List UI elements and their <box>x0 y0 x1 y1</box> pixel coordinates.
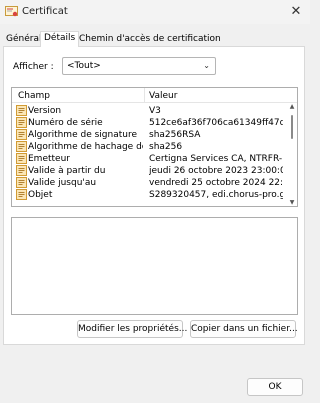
show-dropdown-value: <Tout> <box>67 61 101 71</box>
tab-general[interactable]: Général <box>3 33 44 46</box>
ok-button[interactable]: OK <box>247 378 303 396</box>
field-row[interactable]: Valide jusqu'au vendredi 25 octobre 2024 … <box>12 177 285 188</box>
field-row[interactable]: Version V3 <box>12 105 285 116</box>
details-panel: Afficher : <Tout> ⌄ Champ Valeur Version… <box>3 46 305 345</box>
field-value: V3 <box>149 106 161 116</box>
window-title: Certificat <box>22 6 68 17</box>
field-icon <box>16 129 27 140</box>
field-name: Objet <box>28 190 53 200</box>
field-value: 512ce6af36f706ca61349ff47d... <box>149 118 283 128</box>
field-name: Version <box>28 106 62 116</box>
field-value: sha256 <box>149 142 183 152</box>
field-icon <box>16 177 27 188</box>
close-button[interactable]: ✕ <box>282 0 310 24</box>
field-name: Numéro de série <box>28 118 103 128</box>
show-dropdown[interactable]: <Tout> ⌄ <box>62 57 216 75</box>
column-header-field[interactable]: Champ <box>18 91 50 101</box>
field-icon <box>16 165 27 176</box>
copy-to-file-button[interactable]: Copier dans un fichier... <box>190 320 298 338</box>
certificate-icon <box>5 6 18 17</box>
field-row[interactable]: Algorithme de signature sha256RSA <box>12 129 285 140</box>
edit-properties-button[interactable]: Modifier les propriétés... <box>77 320 187 338</box>
field-row[interactable]: Algorithme de hachage de l... sha256 <box>12 141 285 152</box>
scroll-down-icon[interactable]: ▼ <box>288 199 296 206</box>
title-bar: Certificat ✕ <box>0 0 310 24</box>
field-icon <box>16 153 27 164</box>
field-row[interactable]: Émetteur Certigna Services CA, NTRFR-... <box>12 153 285 164</box>
chevron-down-icon: ⌄ <box>203 61 210 70</box>
field-value: Certigna Services CA, NTRFR-... <box>149 154 283 164</box>
field-value: jeudi 26 octobre 2023 23:00:00 <box>149 166 283 176</box>
field-icon <box>16 141 27 152</box>
fields-list[interactable]: Champ Valeur Version V3 Numéro de série 512… <box>11 87 298 207</box>
field-name: Algorithme de signature <box>28 130 137 140</box>
scroll-thumb[interactable] <box>291 115 293 139</box>
field-name: Valide à partir du <box>28 166 106 176</box>
field-name: Algorithme de hachage de l... <box>28 142 143 152</box>
field-row[interactable]: Numéro de série 512ce6af36f706ca61349ff47… <box>12 117 285 128</box>
column-header-value[interactable]: Valeur <box>149 91 177 101</box>
field-row[interactable]: Objet S289320457, edi.chorus-pro.g... <box>12 189 285 200</box>
field-icon <box>16 189 27 200</box>
field-value: S289320457, edi.chorus-pro.g... <box>149 190 283 200</box>
tab-details[interactable]: Détails <box>40 31 80 47</box>
column-divider[interactable] <box>144 88 145 102</box>
fields-list-header: Champ Valeur <box>12 88 297 103</box>
field-name: Émetteur <box>28 154 70 164</box>
field-detail-box[interactable] <box>11 217 298 315</box>
field-name: Valide jusqu'au <box>28 178 97 188</box>
vertical-scrollbar[interactable]: ▲ ▼ <box>287 103 297 206</box>
field-row[interactable]: Valide à partir du jeudi 26 octobre 2023 … <box>12 165 285 176</box>
show-label: Afficher : <box>13 62 54 72</box>
field-icon <box>16 117 27 128</box>
scroll-up-icon[interactable]: ▲ <box>288 103 296 110</box>
field-icon <box>16 105 27 116</box>
tab-certification-path[interactable]: Chemin d'accès de certification <box>76 33 224 46</box>
field-value: sha256RSA <box>149 130 201 140</box>
field-value: vendredi 25 octobre 2024 22:... <box>149 178 283 188</box>
